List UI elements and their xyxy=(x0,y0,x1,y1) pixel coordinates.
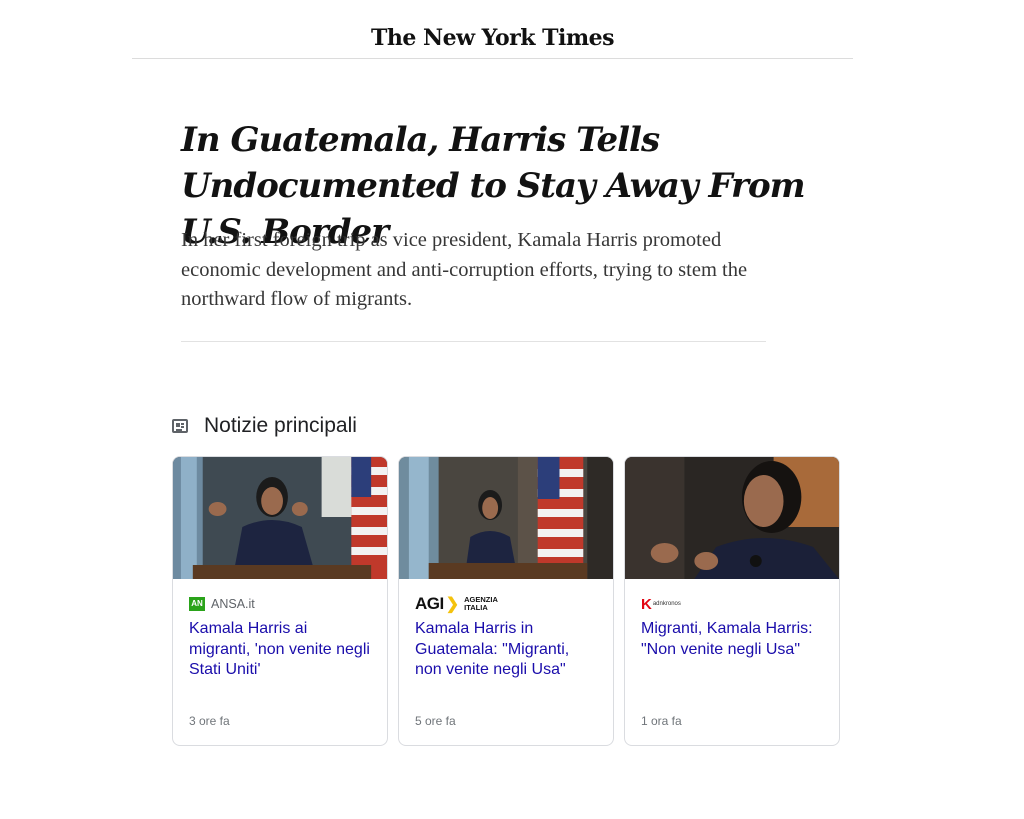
news-source-name: AGENZIA ITALIA xyxy=(464,595,498,612)
news-card[interactable]: K adnkronos Migranti, Kamala Harris: "No… xyxy=(624,456,840,746)
ansa-logo: AN xyxy=(189,597,205,611)
nyt-logo[interactable]: The New York Times xyxy=(371,25,615,51)
news-card[interactable]: AN ANSA.it Kamala Harris ai migranti, 'n… xyxy=(172,456,388,746)
news-thumbnail xyxy=(625,457,839,579)
news-time: 3 ore fa xyxy=(189,714,230,728)
news-source-name: ANSA.it xyxy=(211,597,255,611)
news-card[interactable]: AGI ❯ AGENZIA ITALIA Kamala Harris in Gu… xyxy=(398,456,614,746)
news-source: AN ANSA.it xyxy=(189,595,255,613)
news-time: 1 ora fa xyxy=(641,714,682,728)
top-stories-carousel: AN ANSA.it Kamala Harris ai migranti, 'n… xyxy=(172,456,840,746)
news-title-link[interactable]: Kamala Harris ai migranti, 'non venite n… xyxy=(189,619,373,681)
article-summary: In her first foreign trip as vice presid… xyxy=(181,229,748,310)
agi-chevron-icon: ❯ xyxy=(445,596,460,613)
news-thumbnail xyxy=(173,457,387,579)
news-source-name: adnkronos xyxy=(652,601,681,607)
top-stories-title: Notizie principali xyxy=(204,414,357,437)
news-title-link[interactable]: Migranti, Kamala Harris: "Non venite neg… xyxy=(641,619,825,660)
top-stories-header: Notizie principali xyxy=(172,410,357,442)
agi-logo: AGI xyxy=(415,594,444,613)
news-source: K adnkronos xyxy=(641,595,681,613)
masthead: The New York Times xyxy=(132,0,853,59)
divider xyxy=(181,341,766,342)
news-source: AGI ❯ AGENZIA ITALIA xyxy=(415,594,508,613)
newspaper-icon xyxy=(172,419,188,433)
news-title-link[interactable]: Kamala Harris in Guatemala: "Migranti, n… xyxy=(415,619,599,681)
news-thumbnail xyxy=(399,457,613,579)
news-time: 5 ore fa xyxy=(415,714,456,728)
adnkronos-logo: K xyxy=(641,595,652,613)
